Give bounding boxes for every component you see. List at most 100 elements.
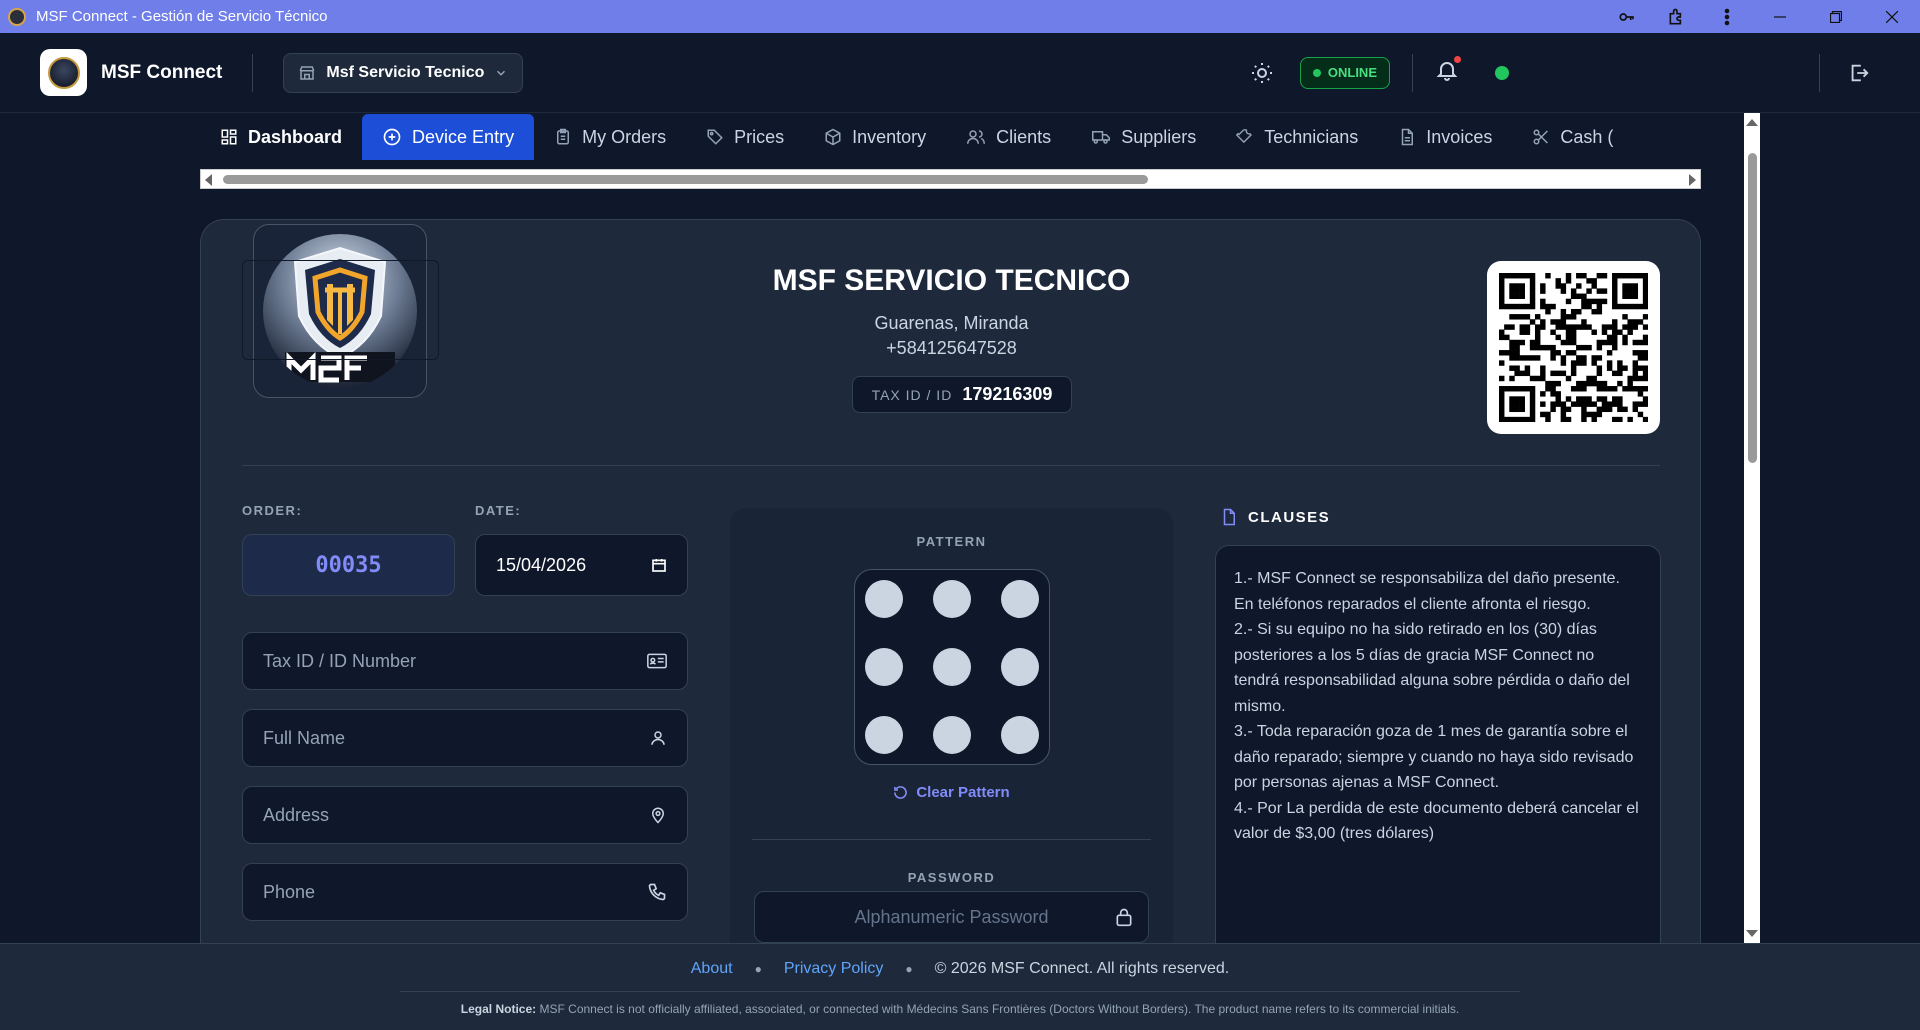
copyright-text: © 2026 MSF Connect. All rights reserved. [934, 960, 1230, 977]
qr-module [1591, 278, 1597, 284]
tab-cash[interactable]: Cash ( [1512, 114, 1633, 160]
tab-prices[interactable]: Prices [686, 114, 804, 160]
document-icon [1402, 128, 1414, 146]
qr-module [1596, 411, 1603, 418]
qr-module [1499, 386, 1505, 392]
pattern-dot-2[interactable] [933, 580, 971, 618]
close-icon[interactable] [1864, 0, 1920, 33]
key-icon[interactable] [1602, 0, 1652, 33]
tab-my-orders[interactable]: My Orders [534, 114, 686, 160]
qr-module [1550, 370, 1556, 377]
clear-pattern-button[interactable]: Clear Pattern [730, 784, 1173, 801]
connection-status-dot [1495, 65, 1509, 80]
tab-invoices[interactable]: Invoices [1378, 114, 1512, 160]
tab-dashboard[interactable]: Dashboard [200, 114, 362, 160]
tax-id-input[interactable]: Tax ID / ID Number [242, 632, 688, 690]
qr-module [1509, 396, 1515, 402]
qr-module [1596, 339, 1603, 346]
qr-module [1540, 324, 1546, 330]
clauses-text: 1.- MSF Connect se responsabiliza del da… [1215, 545, 1661, 979]
clauses-heading: CLAUSES [1220, 507, 1330, 527]
qr-module [1555, 370, 1561, 377]
qr-module [1637, 391, 1644, 397]
qr-module [1570, 293, 1577, 299]
pattern-dot-1[interactable] [865, 580, 903, 618]
theme-toggle-button[interactable] [1250, 61, 1274, 85]
qr-module [1519, 416, 1525, 422]
calendar-icon[interactable] [651, 557, 667, 573]
qr-module [1509, 303, 1515, 310]
qr-module [1570, 386, 1577, 392]
tab-inventory[interactable]: Inventory [804, 114, 946, 160]
qr-module [1560, 324, 1567, 330]
pattern-dot-4[interactable] [865, 648, 903, 686]
password-input[interactable]: Alphanumeric Password [754, 891, 1149, 943]
qr-module [1540, 411, 1546, 418]
scroll-right-arrow-icon[interactable] [1689, 174, 1696, 186]
privacy-policy-link[interactable]: Privacy Policy [784, 960, 884, 978]
full-name-input[interactable]: Full Name [242, 709, 688, 767]
qr-module [1499, 416, 1505, 422]
qr-module [1565, 416, 1572, 422]
scroll-up-arrow-icon[interactable] [1746, 119, 1758, 126]
pattern-grid[interactable] [854, 569, 1050, 765]
extensions-icon[interactable] [1652, 0, 1702, 33]
vertical-scroll-thumb[interactable] [1748, 153, 1757, 463]
tab-technicians[interactable]: Technicians [1216, 114, 1378, 160]
qr-module [1560, 339, 1567, 346]
clipboard-icon [557, 128, 570, 145]
qr-module [1534, 355, 1541, 361]
scroll-down-arrow-icon[interactable] [1746, 930, 1758, 937]
qr-module [1499, 283, 1505, 289]
qr-module [1581, 355, 1587, 361]
phone-input[interactable]: Phone [242, 863, 688, 921]
pattern-dot-6[interactable] [1001, 648, 1039, 686]
restore-icon[interactable] [1808, 0, 1864, 33]
address-input[interactable]: Address [242, 786, 688, 844]
logout-button[interactable] [1848, 62, 1870, 84]
tabs-horizontal-scrollbar[interactable] [200, 169, 1701, 189]
qr-module [1519, 406, 1525, 413]
qr-module [1529, 375, 1536, 382]
tab-device-entry-label: Device Entry [412, 126, 515, 147]
qr-module [1560, 308, 1567, 315]
qr-module [1514, 365, 1520, 371]
qr-module [1576, 401, 1582, 407]
qr-module [1545, 273, 1551, 279]
pattern-dot-9[interactable] [1001, 716, 1039, 754]
tab-clients[interactable]: Clients [946, 114, 1071, 160]
pattern-dot-5[interactable] [933, 648, 971, 686]
branch-select[interactable]: Msf Servicio Tecnico [283, 52, 524, 93]
app-icon [8, 7, 26, 26]
tab-device-entry[interactable]: Device Entry [362, 114, 535, 160]
qr-module [1540, 283, 1546, 289]
qr-module [1612, 324, 1618, 330]
pattern-dot-3[interactable] [1001, 580, 1039, 618]
notifications-button[interactable] [1435, 56, 1461, 87]
qr-module [1622, 386, 1628, 392]
scroll-thumb[interactable] [223, 175, 1148, 184]
qr-module [1499, 298, 1505, 305]
pattern-dot-7[interactable] [865, 716, 903, 754]
qr-module [1499, 375, 1505, 382]
date-input[interactable]: 15/04/2026 [475, 534, 688, 596]
page-vertical-scrollbar[interactable] [1744, 113, 1760, 943]
tab-suppliers[interactable]: Suppliers [1071, 114, 1216, 160]
qr-module [1560, 406, 1567, 413]
qr-module [1642, 288, 1648, 294]
brand-logo[interactable] [40, 49, 87, 96]
qr-module [1540, 370, 1546, 377]
qr-module [1627, 319, 1633, 325]
minimize-icon[interactable] [1752, 0, 1808, 33]
qr-module [1581, 406, 1587, 413]
scroll-left-arrow-icon[interactable] [205, 174, 212, 186]
about-link[interactable]: About [691, 960, 733, 978]
pattern-dot-8[interactable] [933, 716, 971, 754]
qr-module [1550, 344, 1556, 351]
more-options-icon[interactable] [1702, 0, 1752, 33]
qr-module [1565, 314, 1572, 320]
qr-module [1560, 360, 1567, 366]
qr-module [1612, 319, 1618, 325]
qr-module [1627, 273, 1633, 279]
file-icon [1223, 508, 1235, 526]
